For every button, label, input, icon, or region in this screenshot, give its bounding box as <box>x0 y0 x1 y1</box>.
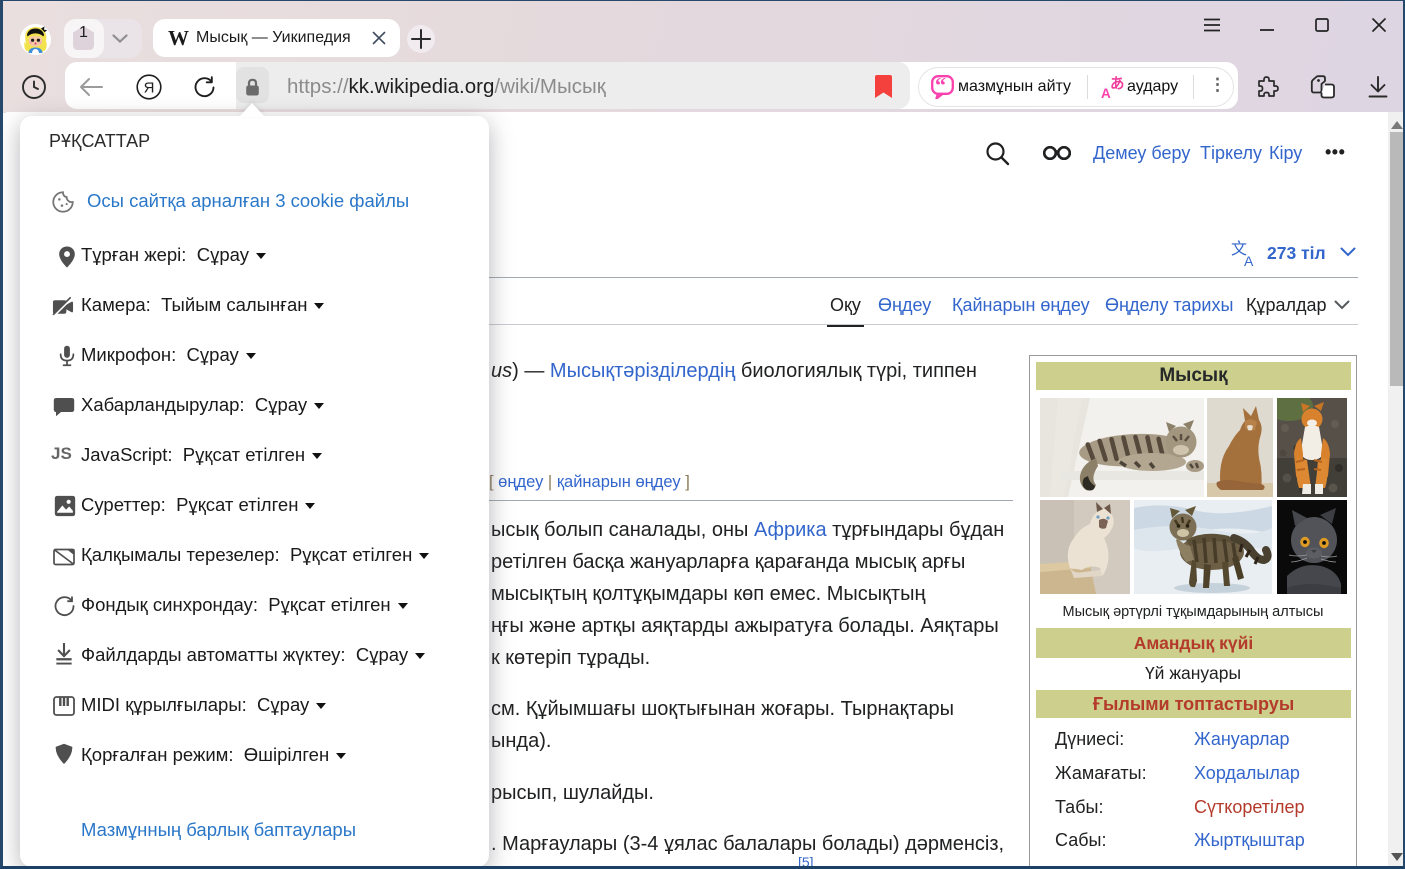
svg-text:“: “ <box>935 75 946 98</box>
svg-text:Я: Я <box>144 80 155 97</box>
svg-text:あ: あ <box>1110 76 1125 93</box>
svg-text:A: A <box>1244 253 1254 267</box>
